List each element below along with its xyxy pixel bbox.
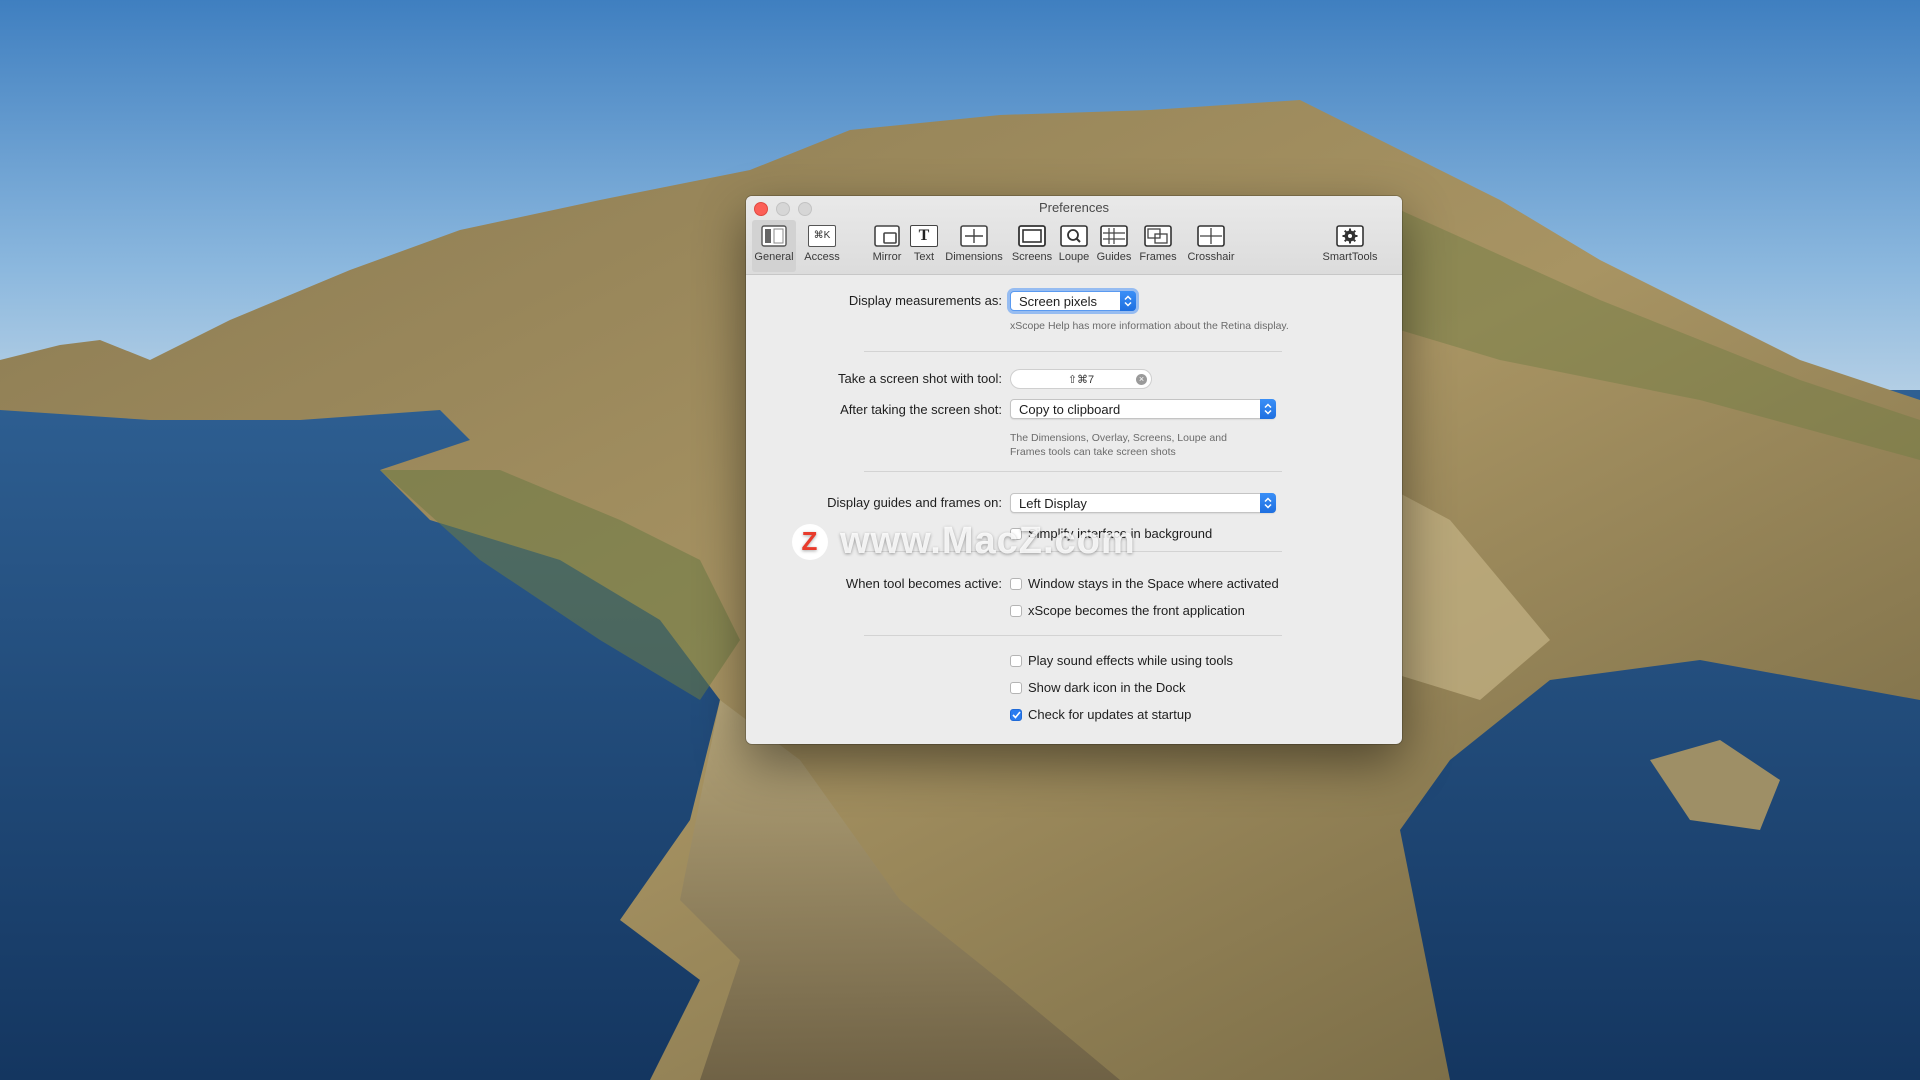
- tab-dimensions[interactable]: Dimensions: [943, 220, 1005, 272]
- screenshot-help-text: The Dimensions, Overlay, Screens, Loupe …: [1010, 432, 1227, 458]
- separator: [864, 351, 1282, 352]
- crosshair-icon: [1197, 224, 1225, 248]
- loupe-icon: [1060, 224, 1088, 248]
- tab-crosshair[interactable]: Crosshair: [1183, 220, 1239, 272]
- guides-icon: [1100, 224, 1128, 248]
- access-glyph: ⌘K: [808, 225, 836, 247]
- popup-arrows-icon: [1260, 493, 1276, 513]
- dimensions-icon: [960, 224, 988, 248]
- check-updates-checkbox[interactable]: Check for updates at startup: [1010, 707, 1191, 722]
- screenshot-shortcut-value: ⇧⌘7: [1067, 374, 1095, 386]
- watermark: Z www.MacZ.com: [792, 520, 1136, 563]
- tab-access[interactable]: ⌘K Access: [800, 220, 844, 272]
- screens-icon: [1018, 224, 1046, 248]
- popup-arrows-icon: [1260, 399, 1276, 419]
- tab-text[interactable]: T Text: [909, 220, 939, 272]
- preferences-toolbar: General ⌘K Access Mirror T Text Dimensio…: [746, 220, 1402, 272]
- checkbox-box[interactable]: [1010, 681, 1022, 694]
- after-screenshot-popup[interactable]: Copy to clipboard: [1010, 399, 1276, 419]
- play-sound-checkbox[interactable]: Play sound effects while using tools: [1010, 653, 1233, 668]
- guides-display-popup[interactable]: Left Display: [1010, 493, 1276, 513]
- display-measurements-popup[interactable]: Screen pixels: [1010, 291, 1136, 311]
- checkbox-box[interactable]: [1010, 654, 1022, 667]
- watermark-logo-icon: Z: [792, 523, 828, 560]
- checkmark-icon: [1011, 710, 1021, 719]
- window-title: Preferences: [1038, 200, 1110, 215]
- checkbox-box[interactable]: [1010, 577, 1022, 590]
- display-measurements-value: Screen pixels: [1019, 294, 1098, 309]
- popup-arrows-icon: [1120, 291, 1136, 311]
- general-pane: Display measurements as: Screen pixels x…: [746, 275, 1402, 744]
- gear-icon: [1336, 224, 1364, 248]
- screenshot-shortcut-field[interactable]: ⇧⌘7 ×: [1010, 369, 1152, 389]
- tab-mirror[interactable]: Mirror: [868, 220, 906, 272]
- display-measurements-label: Display measurements as:: [848, 293, 1002, 308]
- separator: [864, 471, 1282, 472]
- screenshot-tool-label: Take a screen shot with tool:: [837, 371, 1002, 386]
- preferences-window: Preferences General ⌘K Access Mirror T T…: [746, 196, 1402, 744]
- guides-display-label: Display guides and frames on:: [827, 495, 1002, 510]
- retina-help-text: xScope Help has more information about t…: [1010, 320, 1289, 332]
- mirror-icon: [873, 224, 901, 248]
- after-screenshot-value: Copy to clipboard: [1019, 402, 1121, 417]
- access-icon: ⌘K: [808, 224, 836, 248]
- general-icon: [760, 224, 788, 248]
- frames-icon: [1144, 224, 1172, 248]
- tab-general[interactable]: General: [752, 220, 796, 272]
- tab-loupe[interactable]: Loupe: [1056, 220, 1092, 272]
- tool-active-label: When tool becomes active:: [845, 576, 1002, 591]
- checkbox-box[interactable]: [1010, 604, 1022, 617]
- window-stays-checkbox[interactable]: Window stays in the Space where activate…: [1010, 576, 1279, 591]
- text-glyph: T: [910, 225, 938, 247]
- clear-shortcut-icon[interactable]: ×: [1136, 374, 1147, 385]
- text-icon: T: [910, 224, 938, 248]
- tab-frames[interactable]: Frames: [1137, 220, 1179, 272]
- tab-screens[interactable]: Screens: [1010, 220, 1054, 272]
- dark-icon-checkbox[interactable]: Show dark icon in the Dock: [1010, 680, 1186, 695]
- after-screenshot-label: After taking the screen shot:: [840, 402, 1002, 417]
- tab-guides[interactable]: Guides: [1094, 220, 1134, 272]
- front-app-checkbox[interactable]: xScope becomes the front application: [1010, 603, 1245, 618]
- tab-smarttools[interactable]: SmartTools: [1318, 220, 1382, 272]
- separator: [864, 635, 1282, 636]
- watermark-text: www.MacZ.com: [840, 520, 1136, 562]
- checkbox-box-checked[interactable]: [1010, 708, 1022, 721]
- guides-display-value: Left Display: [1019, 496, 1087, 511]
- title-bar[interactable]: Preferences General ⌘K Access Mirror T T…: [746, 196, 1402, 275]
